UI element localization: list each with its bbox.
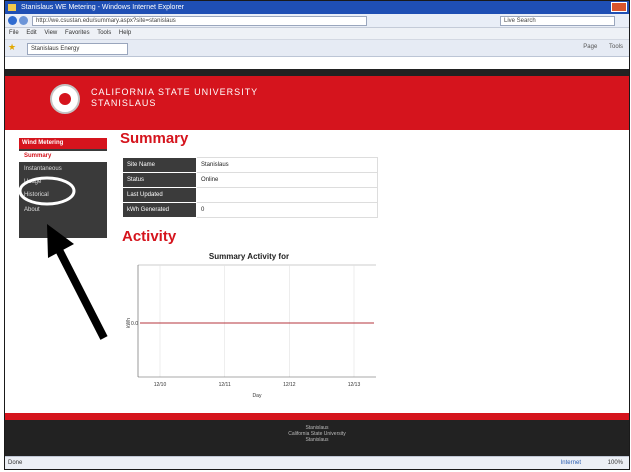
annotation-overlay	[18, 176, 108, 340]
highlight-circle	[18, 176, 76, 206]
annotation-arrow-shaft	[54, 246, 108, 340]
